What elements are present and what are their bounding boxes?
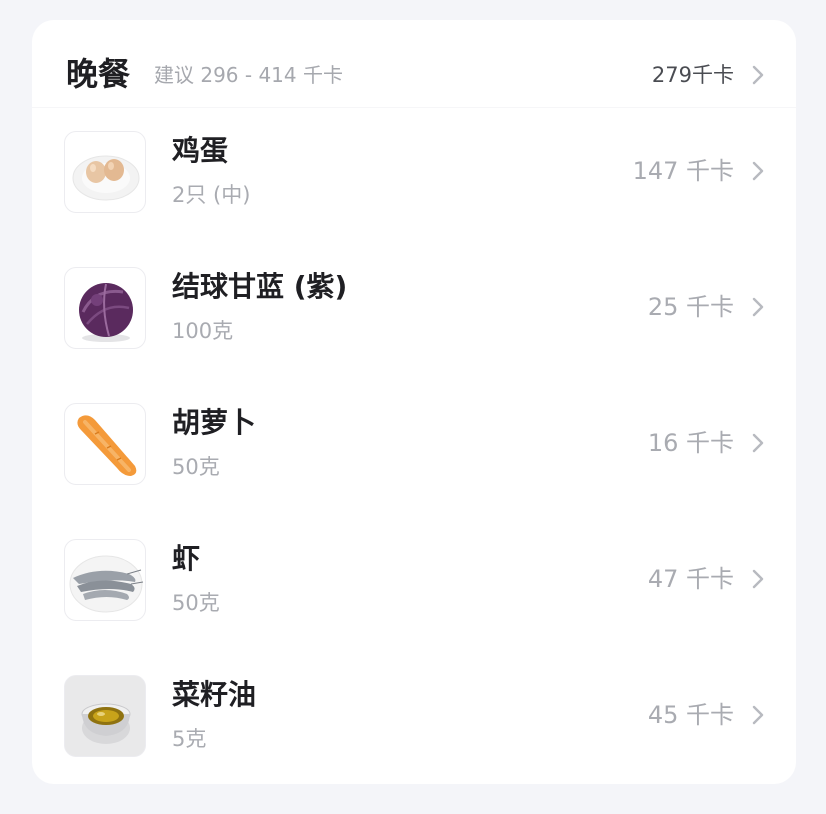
chevron-right-icon[interactable] — [752, 160, 764, 182]
food-quantity: 5克 — [172, 727, 207, 751]
shrimp-icon — [64, 539, 146, 621]
meal-total-calories: 279千卡 — [651, 63, 734, 87]
chevron-right-icon[interactable] — [752, 296, 764, 318]
food-name: 虾 — [172, 542, 201, 575]
oil-bowl-icon — [64, 675, 146, 757]
chevron-right-icon[interactable] — [752, 704, 764, 726]
food-calories: 25 千卡 — [647, 293, 734, 321]
food-item-rapeseed-oil[interactable]: 菜籽油 5克 45 千卡 — [32, 675, 796, 811]
meal-title: 晚餐 — [66, 55, 131, 93]
food-item-shrimp[interactable]: 虾 50克 47 千卡 — [32, 539, 796, 675]
eggs-icon — [64, 131, 146, 213]
suggested-calories: 建议 296 - 414 千卡 — [154, 63, 343, 87]
food-quantity: 50克 — [172, 455, 220, 479]
food-name: 鸡蛋 — [172, 134, 229, 167]
food-calories: 45 千卡 — [647, 701, 734, 729]
chevron-right-icon[interactable] — [752, 568, 764, 590]
food-name: 菜籽油 — [172, 678, 257, 711]
food-calories: 147 千卡 — [632, 157, 734, 185]
food-calories: 47 千卡 — [647, 565, 734, 593]
carrot-icon — [64, 403, 146, 485]
chevron-right-icon[interactable] — [752, 64, 764, 86]
meal-header[interactable]: 晚餐 建议 296 - 414 千卡 279千卡 — [32, 20, 796, 108]
food-name: 胡萝卜 — [172, 406, 257, 439]
purple-cabbage-icon — [64, 267, 146, 349]
food-calories: 16 千卡 — [647, 429, 734, 457]
food-quantity: 50克 — [172, 591, 220, 615]
food-item-eggs[interactable]: 鸡蛋 2只 (中) 147 千卡 — [32, 131, 796, 267]
food-quantity: 100克 — [172, 319, 234, 343]
food-quantity: 2只 (中) — [172, 183, 251, 207]
dinner-card: 晚餐 建议 296 - 414 千卡 279千卡 鸡蛋 2只 (中) 147 千… — [32, 20, 796, 784]
food-name: 结球甘蓝 (紫) — [172, 270, 348, 303]
food-item-carrot[interactable]: 胡萝卜 50克 16 千卡 — [32, 403, 796, 539]
food-item-purple-cabbage[interactable]: 结球甘蓝 (紫) 100克 25 千卡 — [32, 267, 796, 403]
chevron-right-icon[interactable] — [752, 432, 764, 454]
